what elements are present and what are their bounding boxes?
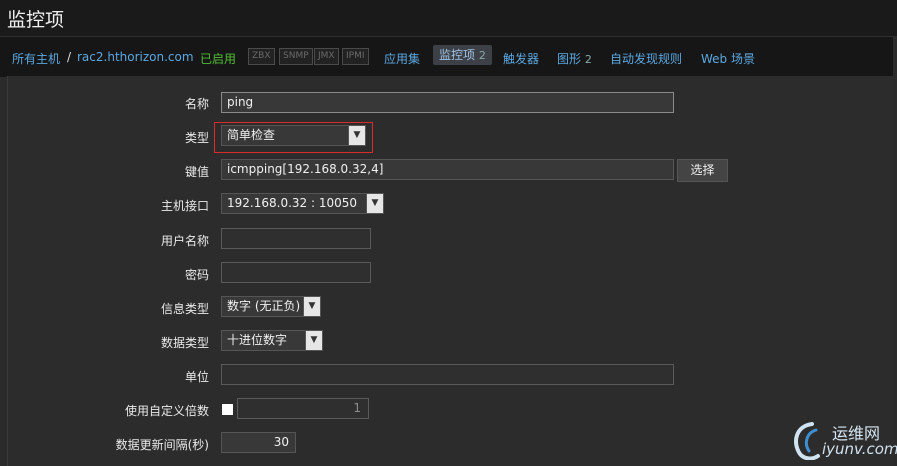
watermark-logo-icon <box>794 422 820 460</box>
watermark-en-text: iyunv.com <box>822 440 897 458</box>
interval-label: 数据更新间隔(秒) <box>115 438 209 452</box>
username-input[interactable] <box>221 228 371 249</box>
chevron-down-icon: ▼ <box>305 331 322 350</box>
units-label: 单位 <box>184 370 209 384</box>
chevron-down-icon: ▼ <box>303 297 320 316</box>
triggers-link[interactable]: 触发器 <box>503 50 539 67</box>
graphs-count: 2 <box>584 53 592 66</box>
data-type-label: 数据类型 <box>160 336 209 350</box>
jmx-badge: JMX <box>314 48 339 65</box>
data-type-select[interactable]: 十进位数字 ▼ <box>221 330 323 351</box>
type-select[interactable]: 简单检查 ▼ <box>221 125 366 146</box>
units-input[interactable] <box>221 364 674 385</box>
password-label: 密码 <box>184 268 209 282</box>
watermark: 运维网 iyunv.com <box>790 418 897 462</box>
zbx-badge: ZBX <box>248 48 275 65</box>
chevron-down-icon: ▼ <box>348 126 365 145</box>
type-select-value: 简单检查 <box>227 128 276 142</box>
info-type-select-value: 数字 (无正负) <box>227 299 301 313</box>
items-tab-label: 监控项 <box>439 48 476 62</box>
items-count: 2 <box>478 49 486 62</box>
info-type-select[interactable]: 数字 (无正负) ▼ <box>221 296 321 317</box>
host-status-enabled[interactable]: 已启用 <box>200 50 236 67</box>
applications-link[interactable]: 应用集 <box>384 50 420 67</box>
ipmi-badge: IPMI <box>342 48 369 65</box>
discovery-rules-link[interactable]: 自动发现规则 <box>610 50 682 67</box>
key-input[interactable]: icmpping[192.168.0.32,4] <box>221 159 674 180</box>
password-input[interactable] <box>221 262 371 283</box>
chevron-down-icon: ▼ <box>366 194 383 213</box>
all-hosts-link[interactable]: 所有主机 <box>12 50 60 67</box>
page-title: 监控项 <box>7 9 65 31</box>
data-type-select-value: 十进位数字 <box>227 333 288 347</box>
multiplier-input[interactable]: 1 <box>237 398 369 419</box>
key-label: 键值 <box>184 165 209 179</box>
name-label: 名称 <box>184 97 209 111</box>
host-navigation: 所有主机 / rac2.hthorizon.com 已启用 ZBX SNMP J… <box>0 36 893 77</box>
snmp-badge: SNMP <box>279 48 313 65</box>
interval-input[interactable]: 30 <box>221 432 296 453</box>
interface-select[interactable]: 192.168.0.32 : 10050 ▼ <box>221 193 384 214</box>
multiplier-checkbox[interactable] <box>222 404 233 415</box>
title-bar: 监控项 <box>0 0 897 36</box>
interface-select-value: 192.168.0.32 : 10050 <box>227 196 358 210</box>
item-form: 名称 ping 类型 简单检查 ▼ 键值 icmpping[192.168.0.… <box>7 76 894 466</box>
name-input[interactable]: ping <box>221 92 674 113</box>
breadcrumb-separator: / <box>67 50 72 64</box>
username-label: 用户名称 <box>160 234 209 248</box>
web-scenarios-link[interactable]: Web 场景 <box>701 50 755 67</box>
host-link[interactable]: rac2.hthorizon.com <box>77 50 194 64</box>
graphs-link-label: 图形 <box>557 52 582 66</box>
interface-label: 主机接口 <box>160 199 209 213</box>
items-tab-active[interactable]: 监控项 2 <box>433 45 492 65</box>
multiplier-label: 使用自定义倍数 <box>124 404 209 418</box>
type-label: 类型 <box>184 131 209 145</box>
select-button[interactable]: 选择 <box>677 159 728 182</box>
info-type-label: 信息类型 <box>160 302 209 316</box>
graphs-link[interactable]: 图形 2 <box>557 50 592 67</box>
